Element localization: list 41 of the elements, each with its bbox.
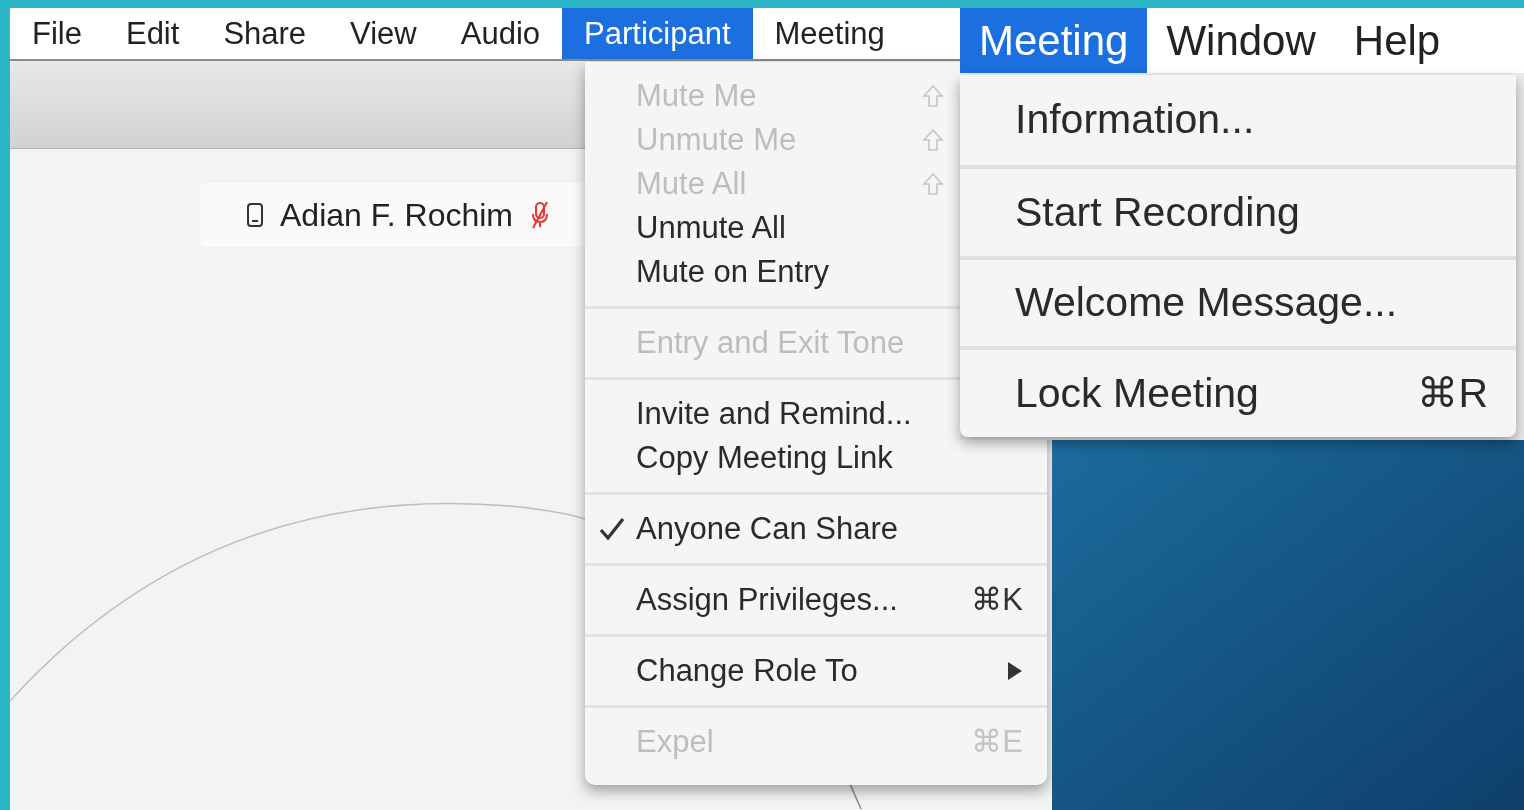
menu-bar-item[interactable]: Meeting [960, 8, 1148, 73]
menu-bar-item[interactable]: Audio [438, 8, 563, 59]
menu-item[interactable]: Lock Meeting ⌘R [960, 346, 1516, 437]
menu-item-label: Mute Me [636, 76, 757, 115]
submenu-arrow-icon [1007, 661, 1023, 681]
menu-item-label: Unmute Me [636, 120, 797, 159]
menu-item-label: Mute on Entry [636, 252, 829, 291]
shortcut-label: ⌘R [1417, 369, 1488, 418]
checkmark-icon [599, 517, 625, 541]
shift-icon [922, 172, 944, 196]
shift-icon [922, 128, 944, 152]
menu-bar-item[interactable]: Meeting [752, 8, 907, 59]
menu-item-label: Lock Meeting [1015, 369, 1259, 418]
menu-item-label: Mute All [636, 164, 747, 203]
menu-bar-item[interactable]: View [328, 8, 439, 59]
menu-bar-item[interactable]: Window [1147, 8, 1335, 73]
menu-item[interactable]: Assign Privileges... ⌘K [585, 578, 1047, 622]
menu-item-label: Start Recording [1015, 187, 1300, 237]
menu-item-label: Assign Privileges... [636, 580, 898, 619]
menu-item[interactable]: Copy Meeting Link [585, 436, 1047, 480]
shortcut-label: ⌘K [971, 580, 1023, 619]
menu-bar-item[interactable]: Share [201, 8, 329, 59]
menu-item-label: Information... [1015, 95, 1255, 145]
menu-item[interactable]: Information... [960, 75, 1516, 166]
menu-item-label: Welcome Message... [1015, 278, 1398, 328]
menu-bar-item[interactable]: Edit [103, 8, 202, 59]
menu-item[interactable]: Change Role To [585, 649, 1047, 693]
menu-item-label: Copy Meeting Link [636, 438, 893, 477]
menu-item[interactable]: Start Recording [960, 165, 1516, 256]
menu-bar-item[interactable]: File [10, 8, 104, 59]
menu-item[interactable]: Anyone Can Share [585, 507, 1047, 551]
menu-item[interactable]: Welcome Message... [960, 255, 1516, 347]
menu-bar-item[interactable]: Help [1334, 8, 1460, 73]
menu-item-label: Anyone Can Share [636, 509, 898, 548]
participant-name: Adian F. Rochim [280, 196, 513, 235]
phone-icon [246, 202, 264, 228]
menu-bar-item[interactable]: Participant [562, 8, 753, 59]
menu-item-label: Entry and Exit Tone [636, 323, 905, 362]
menu-item-label: Expel [636, 722, 714, 761]
shift-icon [922, 84, 944, 108]
menu-item-label: Change Role To [636, 651, 858, 690]
